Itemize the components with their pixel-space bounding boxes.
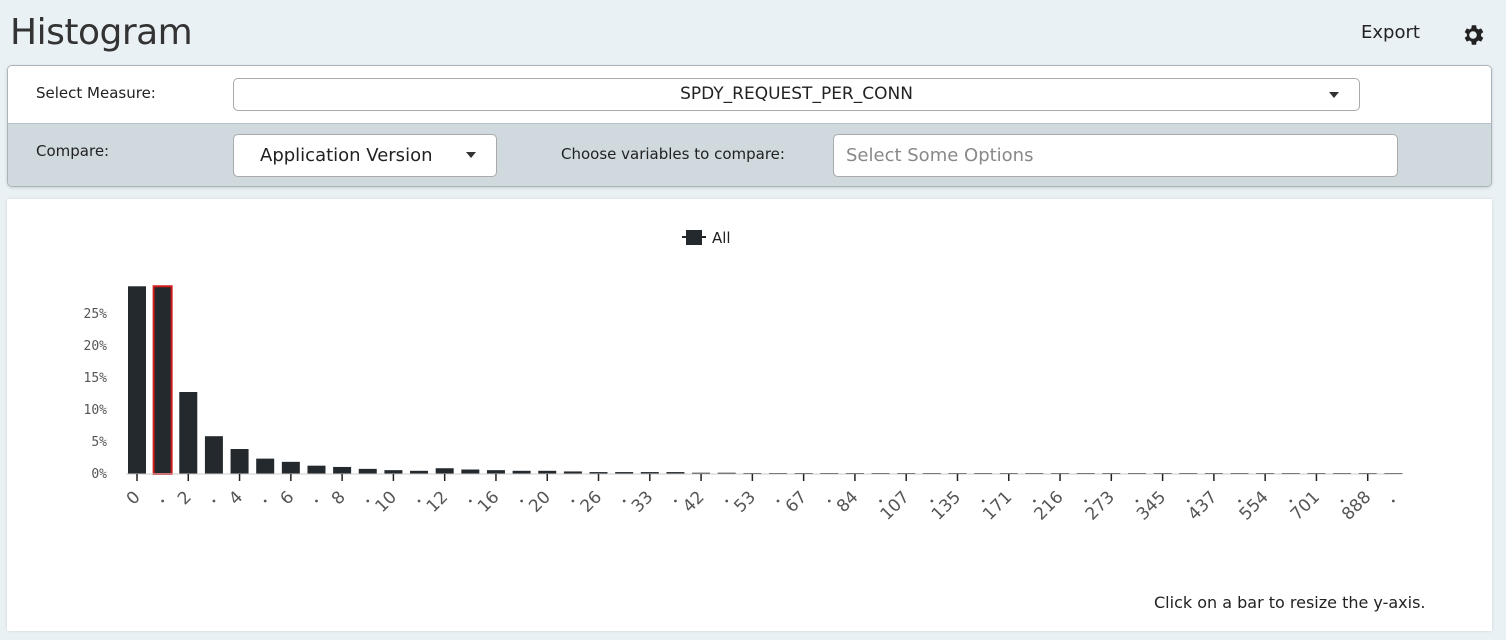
- histogram-bar[interactable]: [358, 468, 377, 474]
- histogram-bar[interactable]: [256, 458, 275, 474]
- y-tick-label: 10%: [84, 403, 108, 418]
- chart-hint: Click on a bar to resize the y-axis.: [1154, 593, 1426, 612]
- x-tick-dot: [468, 499, 472, 503]
- x-tick-dot: [1084, 499, 1088, 503]
- x-tick-label: 4: [225, 487, 247, 509]
- x-tick-label: 345: [1133, 487, 1170, 524]
- x-tick-label: 53: [730, 487, 759, 516]
- x-tick-label: 0: [123, 487, 145, 509]
- x-tick-dot: [263, 499, 267, 503]
- x-tick-dot: [1033, 499, 1036, 503]
- x-tick-label: 554: [1236, 487, 1273, 524]
- x-tick-dot: [366, 499, 370, 503]
- chart-panel: All 0% 5% 10% 15% 20% 25% 0 2 4 6 8 10 12 16 20 26 33 42…: [7, 199, 1492, 631]
- y-tick-label: 20%: [84, 339, 108, 354]
- y-tick-label: 5%: [91, 435, 107, 450]
- chevron-down-icon: [466, 152, 476, 158]
- x-tick-label: 42: [679, 487, 708, 516]
- x-tick-label: 273: [1082, 487, 1119, 524]
- y-tick-label: 15%: [84, 371, 108, 386]
- x-tick-label: 888: [1338, 487, 1375, 524]
- x-tick-label: 16: [474, 487, 503, 516]
- vars-input[interactable]: [833, 134, 1398, 177]
- histogram-bar[interactable]: [281, 461, 300, 474]
- histogram-bar[interactable]: [307, 465, 326, 474]
- x-tick-dot: [622, 499, 626, 503]
- histogram-bar[interactable]: [486, 470, 505, 474]
- vars-label: Choose variables to compare:: [561, 145, 785, 163]
- x-tick-dot: [725, 499, 729, 503]
- x-tick-dot: [1340, 499, 1344, 503]
- x-tick-label: 26: [577, 487, 606, 516]
- measure-value: SPDY_REQUEST_PER_CONN: [680, 84, 913, 104]
- x-tick-label: 107: [877, 487, 914, 524]
- x-tick-dot: [1186, 499, 1190, 503]
- compare-label: Compare:: [36, 142, 110, 160]
- y-tick-label: 0%: [91, 467, 107, 482]
- x-tick-dot: [879, 499, 882, 503]
- x-tick-label: 6: [277, 487, 299, 509]
- histogram-bar[interactable]: [461, 469, 480, 474]
- x-tick-dot: [212, 499, 216, 503]
- histogram-bar[interactable]: [152, 285, 173, 475]
- x-tick-label: 171: [979, 487, 1016, 524]
- histogram-bar[interactable]: [230, 449, 249, 474]
- histogram-bar[interactable]: [384, 470, 403, 474]
- histogram-bar[interactable]: [333, 466, 352, 474]
- export-link[interactable]: Export: [1361, 22, 1420, 43]
- histogram-bar[interactable]: [435, 468, 454, 474]
- histogram-bar[interactable]: [204, 436, 223, 474]
- gear-icon[interactable]: [1460, 22, 1486, 48]
- x-tick-dot: [1391, 499, 1395, 503]
- chevron-down-icon: [1329, 92, 1339, 98]
- compare-value: Application Version: [260, 145, 433, 166]
- page-title: Histogram: [10, 12, 193, 53]
- compare-row: Compare: Application Version Choose vari…: [8, 124, 1491, 186]
- x-tick-label: 12: [423, 487, 452, 516]
- x-tick-label: 20: [525, 487, 554, 516]
- x-tick-label: 8: [328, 487, 350, 509]
- measure-row: Select Measure: SPDY_REQUEST_PER_CONN: [8, 66, 1491, 124]
- x-tick-label: 84: [833, 487, 862, 516]
- histogram-bar[interactable]: [128, 286, 146, 474]
- x-tick-label: 2: [174, 487, 196, 509]
- x-tick-dot: [1289, 499, 1293, 503]
- legend-swatch: [686, 230, 702, 245]
- x-tick-label: 216: [1030, 487, 1067, 524]
- x-tick-dot: [161, 499, 165, 503]
- x-tick-dot: [417, 499, 421, 503]
- x-tick-dot: [776, 499, 780, 503]
- x-tick-label: 10: [371, 487, 400, 516]
- measure-label: Select Measure:: [36, 84, 156, 102]
- x-tick-dot: [981, 499, 985, 503]
- controls-panel: Select Measure: SPDY_REQUEST_PER_CONN Co…: [7, 65, 1492, 187]
- x-tick-dot: [1238, 499, 1241, 503]
- x-tick-dot: [674, 499, 677, 503]
- x-tick-dot: [827, 499, 831, 503]
- x-tick-dot: [1135, 499, 1139, 503]
- x-tick-dot: [520, 499, 523, 503]
- legend-label: All: [712, 229, 731, 247]
- x-tick-label: 701: [1287, 487, 1324, 524]
- x-tick-dot: [315, 499, 318, 503]
- compare-select[interactable]: Application Version: [233, 134, 497, 177]
- x-tick-dot: [930, 499, 934, 503]
- measure-select[interactable]: SPDY_REQUEST_PER_CONN: [233, 78, 1360, 111]
- x-tick-label: 135: [928, 487, 965, 524]
- x-tick-label: 437: [1184, 487, 1221, 524]
- x-tick-label: 67: [782, 487, 811, 516]
- x-tick-label: 33: [628, 487, 657, 516]
- x-tick-dot: [571, 499, 575, 503]
- histogram-bar[interactable]: [179, 391, 198, 474]
- histogram-chart: All 0% 5% 10% 15% 20% 25% 0 2 4 6 8 10 12 16 20 26 33 42…: [84, 229, 1403, 524]
- y-tick-label: 25%: [84, 307, 108, 322]
